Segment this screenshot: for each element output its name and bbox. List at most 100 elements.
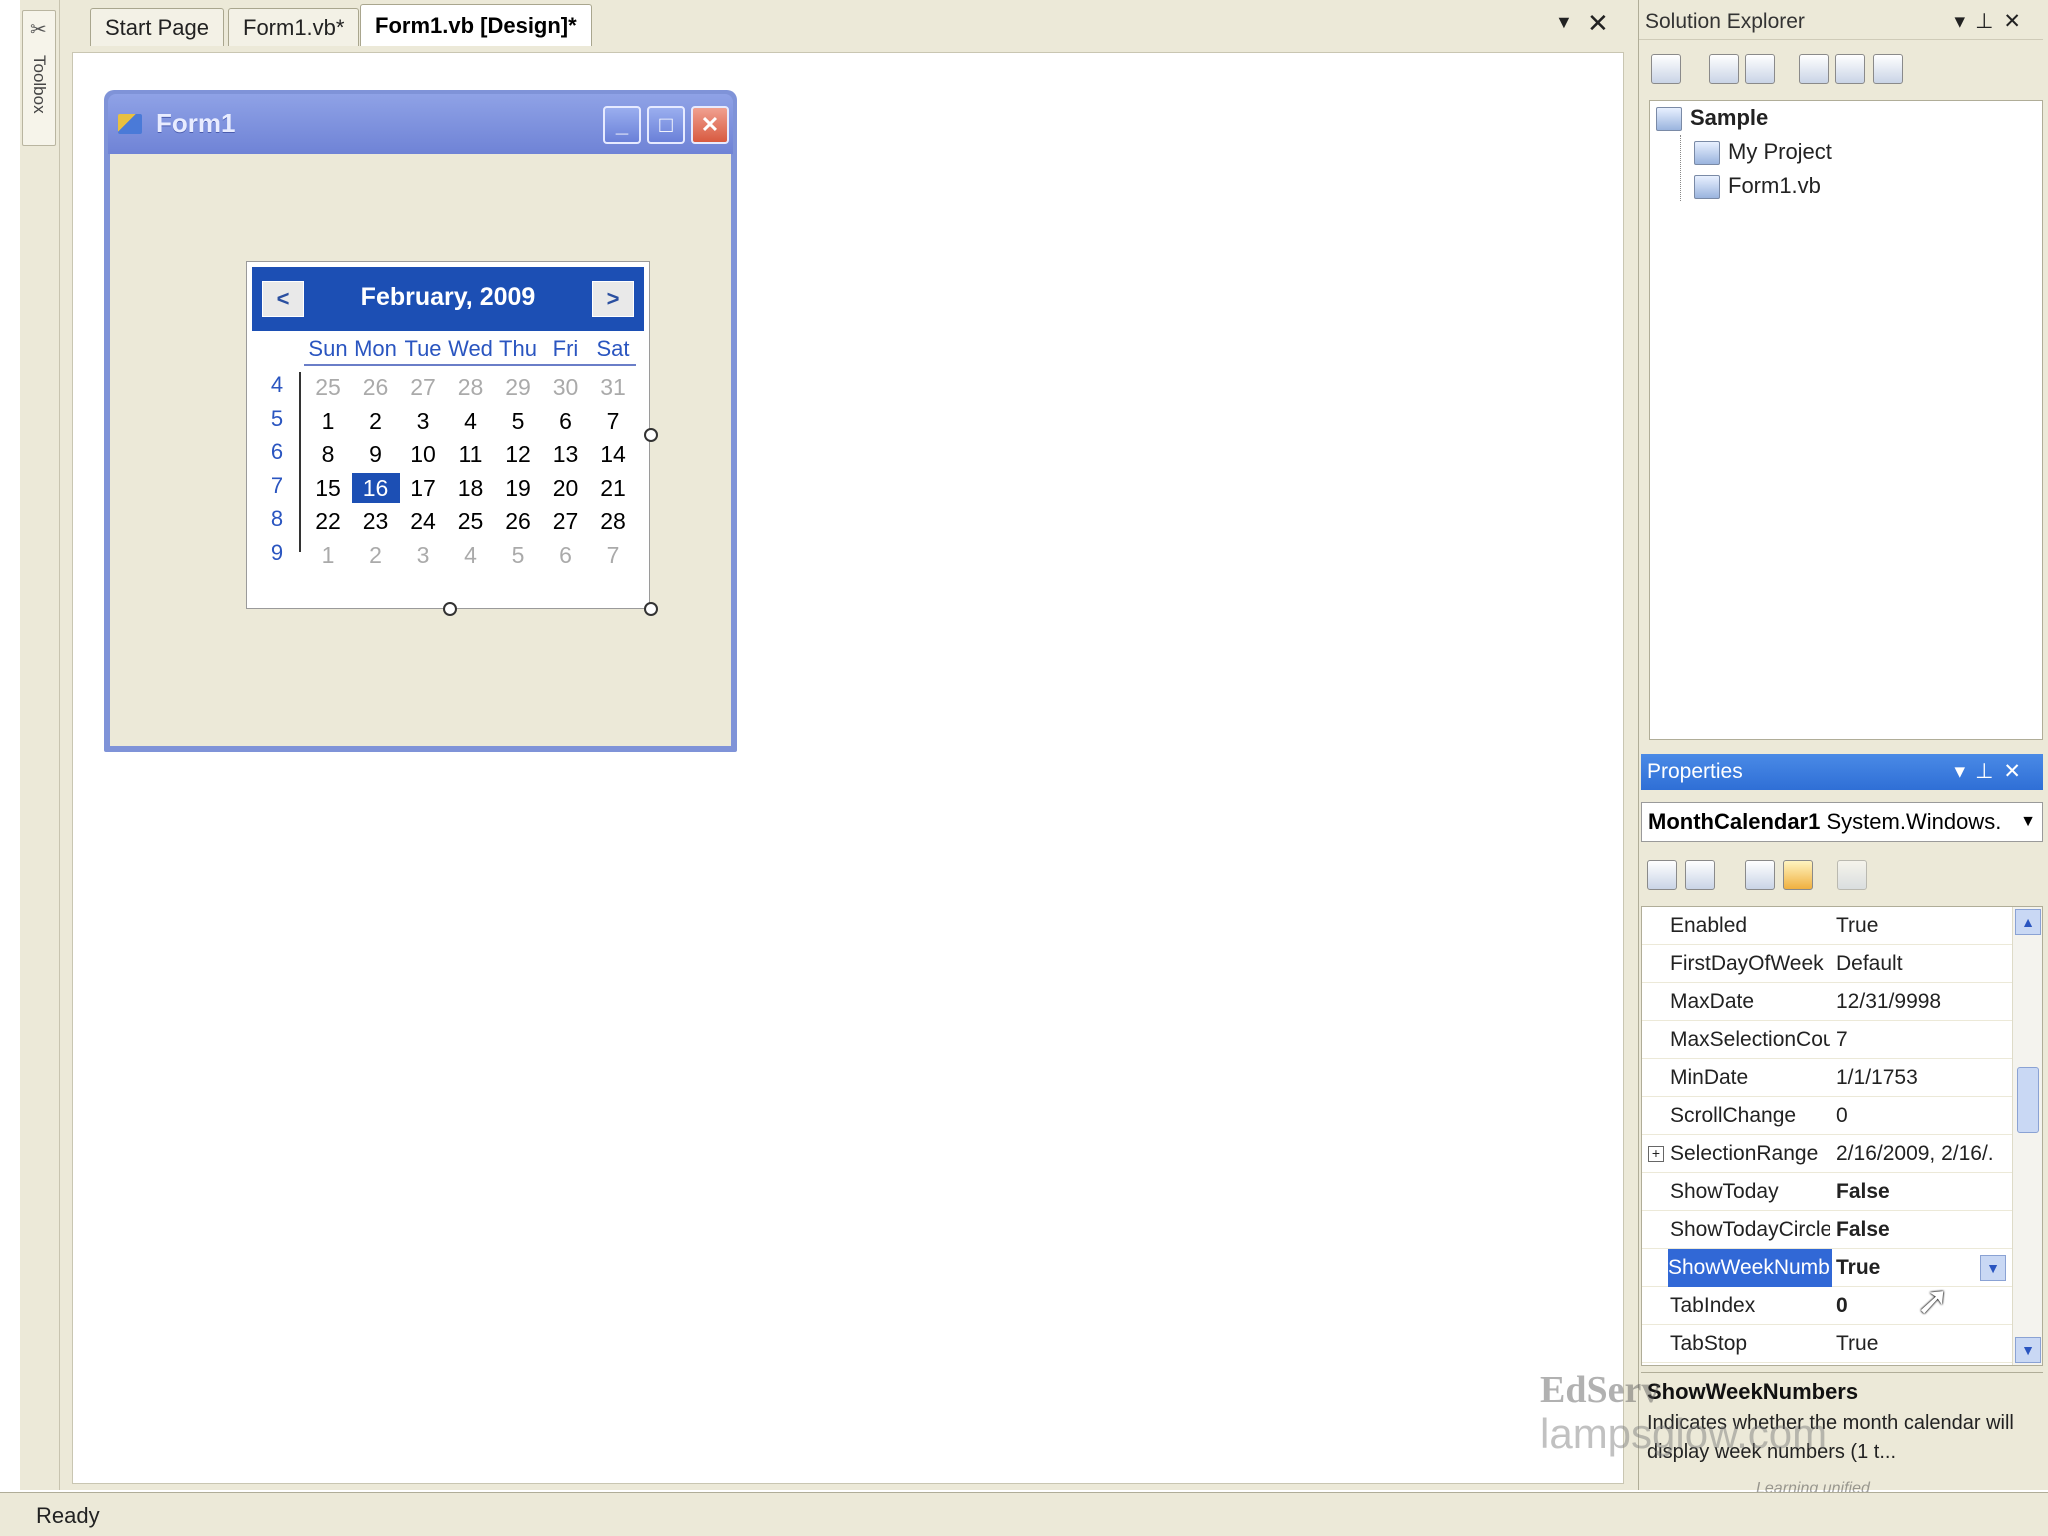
property-row[interactable]: FirstDayOfWeek Default bbox=[1642, 945, 2014, 983]
calendar-day[interactable]: 10 bbox=[399, 439, 447, 469]
property-row[interactable]: TabIndex 0 bbox=[1642, 1287, 2014, 1325]
property-row[interactable]: MaxDate 12/31/9998 bbox=[1642, 983, 2014, 1021]
calendar-day[interactable]: 2 bbox=[352, 406, 400, 436]
property-value[interactable]: Default bbox=[1836, 945, 2006, 983]
calendar-day[interactable]: 3 bbox=[399, 540, 447, 570]
calendar-day[interactable]: 17 bbox=[399, 473, 447, 503]
close-button[interactable]: ✕ bbox=[691, 106, 729, 144]
property-row[interactable]: MaxSelectionCou 7 bbox=[1642, 1021, 2014, 1059]
calendar-day[interactable]: 4 bbox=[447, 406, 495, 436]
calendar-day[interactable]: 14 bbox=[589, 439, 637, 469]
calendar-day[interactable]: 13 bbox=[542, 439, 590, 469]
calendar-day[interactable]: 3 bbox=[399, 406, 447, 436]
tree-item-form1[interactable]: Form1.vb bbox=[1694, 169, 1821, 203]
property-value[interactable]: False bbox=[1836, 1173, 2006, 1211]
property-row[interactable]: ShowTodayCircle False bbox=[1642, 1211, 2014, 1249]
property-row[interactable]: ShowToday False bbox=[1642, 1173, 2014, 1211]
calendar-day[interactable]: 5 bbox=[494, 540, 542, 570]
calendar-day[interactable]: 27 bbox=[542, 506, 590, 536]
resize-handle-bottom[interactable] bbox=[443, 602, 457, 616]
minimize-button[interactable]: _ bbox=[603, 106, 641, 144]
tree-item-sample[interactable]: Sample bbox=[1656, 101, 1768, 135]
calendar-day[interactable]: 8 bbox=[304, 439, 352, 469]
property-value[interactable]: 1/1/1753 bbox=[1836, 1059, 2006, 1097]
chevron-down-icon[interactable]: ▼ bbox=[2020, 803, 2036, 841]
property-pages-icon[interactable] bbox=[1837, 860, 1867, 890]
maximize-button[interactable]: □ bbox=[647, 106, 685, 144]
tab-start-page[interactable]: Start Page bbox=[90, 8, 224, 46]
calendar-day[interactable]: 20 bbox=[542, 473, 590, 503]
month-calendar[interactable]: < February, 2009 > Sun Mon Tue Wed Thu Fri Sat… bbox=[246, 261, 658, 616]
calendar-day[interactable]: 2 bbox=[352, 540, 400, 570]
view-code-icon[interactable] bbox=[1799, 54, 1829, 84]
pin-icon[interactable]: ⊥ bbox=[1975, 10, 2003, 33]
property-row[interactable]: ScrollChange 0 bbox=[1642, 1097, 2014, 1135]
calendar-day[interactable]: 4 bbox=[447, 540, 495, 570]
pane-dropdown-icon[interactable]: ▾ bbox=[1955, 10, 1976, 33]
calendar-next-button[interactable]: > bbox=[592, 281, 634, 317]
toolbox-tab[interactable]: ✂ Toolbox bbox=[22, 10, 56, 146]
calendar-day[interactable]: 6 bbox=[542, 540, 590, 570]
calendar-day[interactable]: 6 bbox=[542, 406, 590, 436]
property-row[interactable]: + SelectionRange 2/16/2009, 2/16/. bbox=[1642, 1135, 2014, 1173]
property-value[interactable]: 0 bbox=[1836, 1097, 2006, 1135]
property-value[interactable]: 2/16/2009, 2/16/. bbox=[1836, 1135, 2006, 1173]
property-row[interactable]: MinDate 1/1/1753 bbox=[1642, 1059, 2014, 1097]
calendar-day[interactable]: 29 bbox=[494, 372, 542, 402]
pane-dropdown-icon[interactable]: ▾ bbox=[1955, 760, 1976, 783]
tree-item-my-project[interactable]: My Project bbox=[1694, 135, 1832, 169]
calendar-day[interactable]: 26 bbox=[494, 506, 542, 536]
calendar-day[interactable]: 21 bbox=[589, 473, 637, 503]
properties-view-icon[interactable] bbox=[1745, 860, 1775, 890]
tab-dropdown-icon[interactable]: ▼ bbox=[1555, 12, 1573, 33]
tab-close-icon[interactable]: ✕ bbox=[1587, 8, 1609, 39]
events-icon[interactable] bbox=[1783, 860, 1813, 890]
calendar-title[interactable]: February, 2009 bbox=[252, 283, 644, 312]
properties-icon[interactable] bbox=[1651, 54, 1681, 84]
view-designer-icon[interactable] bbox=[1835, 54, 1865, 84]
scroll-up-icon[interactable]: ▲ bbox=[2015, 909, 2041, 935]
calendar-day[interactable]: 27 bbox=[399, 372, 447, 402]
class-diagram-icon[interactable] bbox=[1873, 54, 1903, 84]
calendar-day[interactable]: 28 bbox=[447, 372, 495, 402]
property-row[interactable]: ShowWeekNumb True ▼ bbox=[1642, 1249, 2014, 1287]
calendar-day[interactable]: 28 bbox=[589, 506, 637, 536]
property-value[interactable]: False bbox=[1836, 1211, 2006, 1249]
value-dropdown-icon[interactable]: ▼ bbox=[1980, 1255, 2006, 1281]
expand-icon[interactable]: + bbox=[1648, 1146, 1664, 1162]
calendar-day[interactable]: 5 bbox=[494, 406, 542, 436]
pane-close-icon[interactable]: ✕ bbox=[2003, 760, 2031, 783]
property-value[interactable]: True bbox=[1836, 907, 2006, 945]
calendar-day[interactable]: 31 bbox=[589, 372, 637, 402]
calendar-day[interactable]: 23 bbox=[352, 506, 400, 536]
calendar-day[interactable]: 19 bbox=[494, 473, 542, 503]
calendar-day[interactable]: 25 bbox=[304, 372, 352, 402]
calendar-day[interactable]: 15 bbox=[304, 473, 352, 503]
resize-handle-right[interactable] bbox=[644, 428, 658, 442]
calendar-day[interactable]: 11 bbox=[447, 439, 495, 469]
scroll-down-icon[interactable]: ▼ bbox=[2015, 1337, 2041, 1363]
tab-form1-design[interactable]: Form1.vb [Design]* bbox=[360, 4, 592, 46]
calendar-day[interactable]: 30 bbox=[542, 372, 590, 402]
property-value[interactable]: 7 bbox=[1836, 1021, 2006, 1059]
calendar-day[interactable]: 25 bbox=[447, 506, 495, 536]
calendar-day[interactable]: 12 bbox=[494, 439, 542, 469]
categorized-icon[interactable] bbox=[1647, 860, 1677, 890]
pane-close-icon[interactable]: ✕ bbox=[2003, 10, 2031, 33]
form1-titlebar[interactable]: Form1 _ □ ✕ bbox=[108, 94, 733, 154]
scroll-thumb[interactable] bbox=[2017, 1067, 2039, 1133]
calendar-day[interactable]: 22 bbox=[304, 506, 352, 536]
calendar-day[interactable]: 7 bbox=[589, 540, 637, 570]
show-all-files-icon[interactable] bbox=[1709, 54, 1739, 84]
resize-handle-corner[interactable] bbox=[644, 602, 658, 616]
refresh-icon[interactable] bbox=[1745, 54, 1775, 84]
calendar-day[interactable]: 9 bbox=[352, 439, 400, 469]
alphabetical-icon[interactable] bbox=[1685, 860, 1715, 890]
property-row[interactable]: TabStop True bbox=[1642, 1325, 2014, 1363]
property-row[interactable]: Enabled True bbox=[1642, 907, 2014, 945]
calendar-day[interactable]: 7 bbox=[589, 406, 637, 436]
calendar-day[interactable]: 18 bbox=[447, 473, 495, 503]
tab-form1-code[interactable]: Form1.vb* bbox=[228, 8, 360, 46]
property-value[interactable]: 12/31/9998 bbox=[1836, 983, 2006, 1021]
calendar-day-selected[interactable]: 16 bbox=[351, 472, 400, 503]
